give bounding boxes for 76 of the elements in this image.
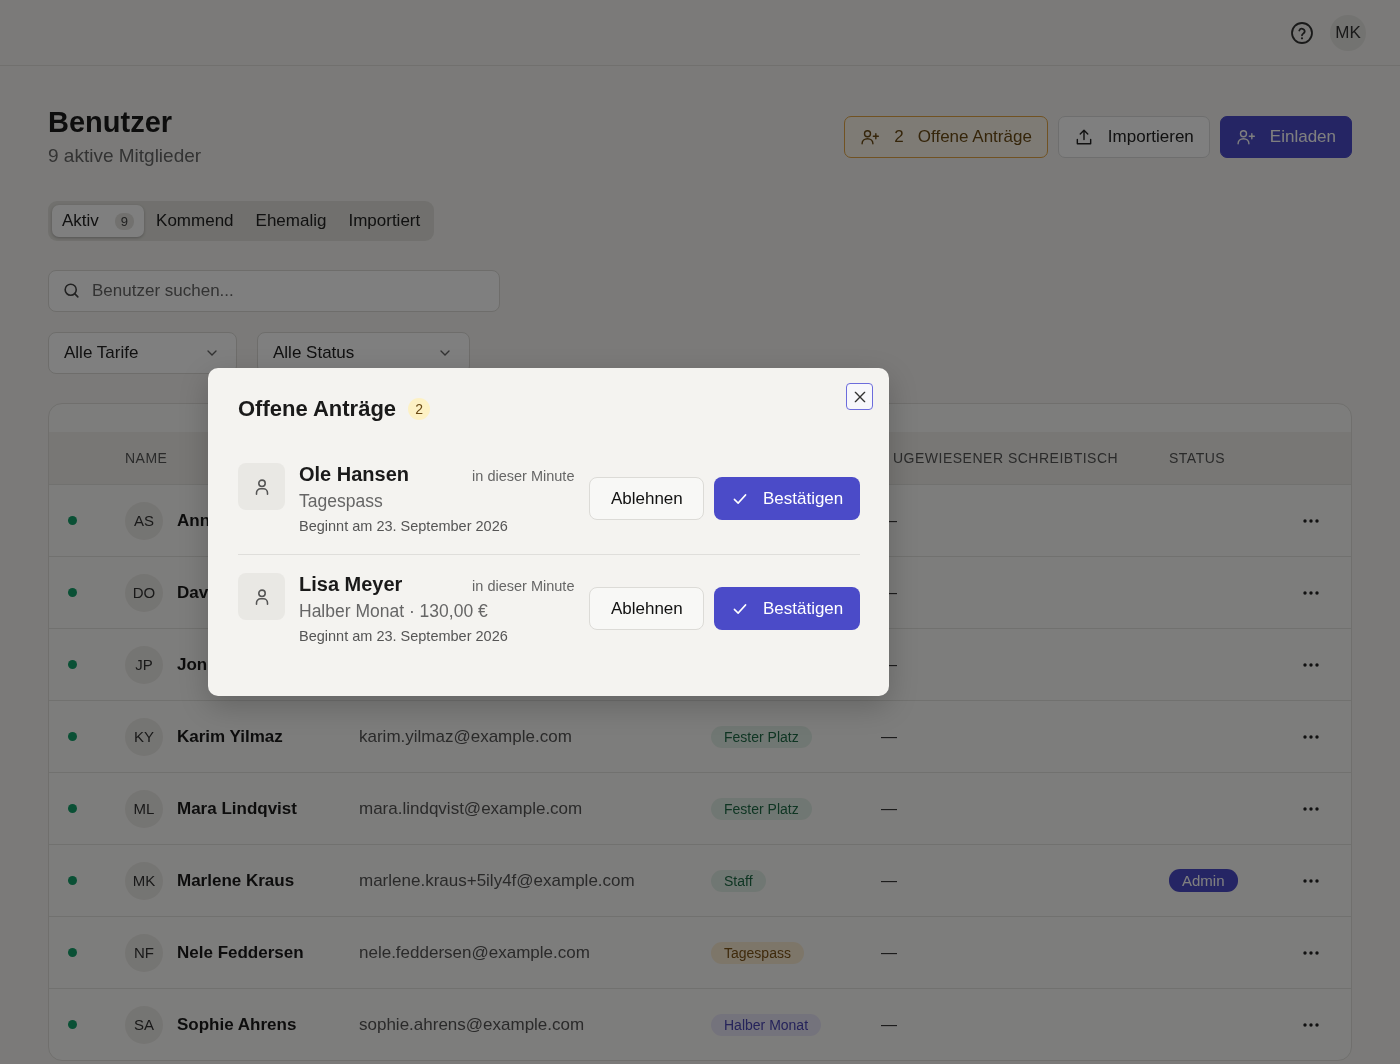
count-badge: 2: [408, 398, 431, 420]
desk-cell: —: [881, 727, 897, 745]
request-time: in dieser Minute: [472, 468, 575, 484]
requests-button[interactable]: 2 Offene Anträge: [844, 116, 1048, 158]
user-avatar: NF: [125, 933, 163, 972]
import-button[interactable]: Importieren: [1057, 116, 1210, 158]
user-name: Karim Yilmaz: [177, 726, 283, 747]
more-icon[interactable]: [1303, 950, 1319, 955]
filter-dropdown[interactable]: Alle Tarife: [48, 332, 237, 374]
tab[interactable]: Ehemalig: [245, 205, 337, 237]
invite-button[interactable]: Einladen: [1219, 116, 1352, 158]
column-header: STATUS: [1169, 450, 1226, 466]
column-header: UGEWIESENER SCHREIBTISCH: [892, 450, 1119, 466]
request-time: in dieser Minute: [472, 578, 575, 594]
desk-cell: —: [881, 871, 897, 889]
desk-cell: —: [881, 1015, 897, 1033]
start-date: Beginnt am 23. September 2026: [299, 628, 509, 644]
user-avatar[interactable]: MK: [1330, 14, 1366, 51]
tab[interactable]: Aktiv 9: [52, 205, 145, 237]
user-email: nele.feddersen@example.com: [359, 942, 590, 962]
user-avatar: KY: [125, 717, 163, 756]
more-icon[interactable]: [1303, 878, 1319, 883]
start-date: Beginnt am 23. September 2026: [299, 518, 509, 534]
user-avatar: MK: [125, 861, 163, 900]
user-name: Ann: [177, 510, 211, 531]
plan-tag: Staff: [711, 869, 766, 892]
more-icon[interactable]: [1303, 1022, 1319, 1027]
more-icon[interactable]: [1303, 518, 1319, 523]
user-email: mara.lindqvist@example.com: [359, 798, 583, 818]
close-button[interactable]: [846, 383, 873, 410]
request-plan: Tagespass: [299, 491, 384, 512]
help-icon[interactable]: [1290, 20, 1314, 45]
user-name: Nele Feddersen: [177, 942, 304, 963]
role-tag: Admin: [1169, 868, 1238, 892]
user-avatar: DO: [125, 573, 163, 612]
person-icon: [238, 463, 285, 510]
user-name: Jon: [177, 654, 208, 675]
user-name: Dav: [177, 582, 209, 603]
user-email: marlene.kraus+5ily4f@example.com: [359, 870, 635, 890]
request-plan: Halber Monat · 130,00 €: [299, 601, 489, 622]
user-avatar: SA: [125, 1005, 163, 1044]
decline-button[interactable]: Ablehnen: [589, 477, 705, 520]
person-icon: [238, 573, 285, 620]
user-plus-icon: [1235, 127, 1256, 147]
user-avatar: AS: [125, 501, 163, 540]
user-plus-icon: [860, 127, 881, 147]
user-name: Mara Lindqvist: [177, 798, 297, 819]
search-field[interactable]: Benutzer suchen...: [48, 270, 500, 312]
more-icon[interactable]: [1303, 806, 1319, 811]
confirm-button[interactable]: Bestätigen: [714, 477, 860, 520]
plan-tag: Fester Platz: [711, 725, 812, 748]
more-icon[interactable]: [1303, 734, 1319, 739]
user-avatar: ML: [125, 789, 163, 828]
tab[interactable]: Importiert: [338, 205, 431, 237]
user-avatar: JP: [125, 645, 163, 684]
user-name: Marlene Kraus: [177, 870, 295, 891]
user-name: Sophie Ahrens: [177, 1014, 297, 1035]
plan-tag: Halber Monat: [711, 1013, 822, 1036]
decline-button[interactable]: Ablehnen: [589, 587, 705, 630]
plan-tag: Fester Platz: [711, 797, 812, 820]
page-title: Benutzer: [48, 106, 174, 139]
plan-tag: Tagespass: [711, 941, 804, 964]
dialog-title: Offene Anträge: [238, 396, 397, 422]
requester-name: Ole Hansen: [299, 463, 410, 486]
member-count: 9 aktive Mitglieder: [48, 145, 202, 167]
column-header: NAME: [124, 450, 168, 466]
user-email: karim.yilmaz@example.com: [359, 726, 572, 746]
desk-cell: —: [881, 943, 897, 961]
tab[interactable]: Kommend: [146, 205, 244, 237]
more-icon[interactable]: [1303, 662, 1319, 667]
more-icon[interactable]: [1303, 590, 1319, 595]
requester-name: Lisa Meyer: [299, 573, 403, 596]
search-icon: [62, 281, 81, 300]
desk-cell: —: [881, 799, 897, 817]
user-email: sophie.ahrens@example.com: [359, 1014, 585, 1034]
confirm-button[interactable]: Bestätigen: [714, 587, 860, 630]
